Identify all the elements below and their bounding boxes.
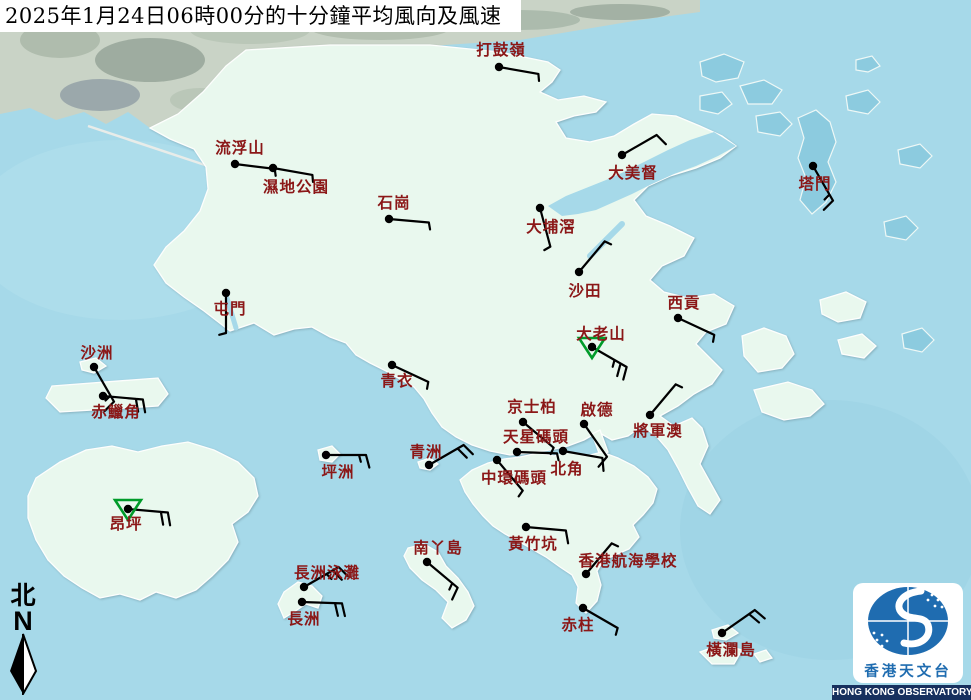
- north-indicator: 北 N: [5, 583, 41, 699]
- station-dot: [808, 161, 818, 171]
- station-label: 昂坪: [109, 514, 142, 533]
- station-label: 沙洲: [80, 343, 113, 362]
- hko-logo: 香港天文台: [853, 583, 963, 683]
- station-label: 西貢: [667, 293, 700, 312]
- hko-emblem-icon: [868, 587, 948, 655]
- north-letter-label: N: [13, 606, 33, 636]
- station-dot: [574, 267, 584, 277]
- station-label: 黃竹坑: [507, 534, 558, 553]
- station-dot: [521, 522, 531, 532]
- station-label: 香港航海學校: [578, 551, 677, 570]
- station-label: 濕地公園: [263, 177, 329, 196]
- station-dot: [578, 603, 588, 613]
- station-dot: [221, 288, 231, 298]
- station-label: 中環碼頭: [481, 468, 547, 487]
- station-label: 青衣: [380, 371, 413, 390]
- station-label: 南丫島: [413, 538, 463, 557]
- station-label: 流浮山: [215, 138, 265, 157]
- station-dot: [98, 391, 108, 401]
- station-label: 沙田: [568, 281, 601, 300]
- hko-english-name: HONG KONG OBSERVATORY: [832, 685, 971, 700]
- station-dot: [123, 504, 133, 514]
- station-dot: [518, 417, 528, 427]
- station-dot: [645, 410, 655, 420]
- station-label: 打鼓嶺: [476, 40, 526, 59]
- station-label: 北角: [550, 459, 583, 478]
- station-label: 坪洲: [321, 462, 354, 481]
- map-title: 2025年1月24日06時00分的十分鐘平均風向及風速: [0, 0, 521, 32]
- wind-map: 打鼓嶺流浮山濕地公園石崗 大美督塔門大埔滘沙田屯門 西貢大老山沙洲赤鱲角 青衣京士柏 啟…: [0, 0, 971, 700]
- station-dot: [387, 360, 397, 370]
- station-dot: [321, 450, 331, 460]
- station-label: 將軍澳: [633, 421, 683, 440]
- station-label: 屯門: [213, 299, 246, 318]
- station-label: 橫瀾島: [706, 640, 756, 659]
- station-dot: [512, 447, 522, 457]
- station-dot: [617, 150, 627, 160]
- station-dot: [422, 557, 432, 567]
- station-label: 天星碼頭: [503, 427, 569, 446]
- station-label: 啟德: [580, 400, 613, 419]
- hko-chinese-name: 香港天文台: [864, 663, 952, 680]
- station-dot: [424, 460, 434, 470]
- station-label: 長洲: [287, 609, 320, 628]
- station-label: 赤鱲角: [91, 402, 141, 421]
- station-dot: [492, 455, 502, 465]
- station-dot: [673, 313, 683, 323]
- station-label: 大埔滘: [526, 217, 576, 236]
- station-dot: [535, 203, 545, 213]
- station-label: 京士柏: [507, 397, 557, 416]
- station-label: 石崗: [376, 193, 410, 212]
- station-label: 長洲泳灘: [294, 563, 360, 582]
- station-label: 塔門: [798, 174, 831, 193]
- station-label: 大美督: [608, 163, 658, 182]
- station-label: 赤柱: [561, 615, 594, 634]
- station-dot: [299, 582, 309, 592]
- station-dot: [579, 419, 589, 429]
- station-dot: [297, 597, 307, 607]
- station-label: 青洲: [409, 442, 442, 461]
- north-arrow-icon: [10, 633, 38, 698]
- station-dot: [581, 569, 591, 579]
- station-dot: [717, 628, 727, 638]
- station-dot: [268, 163, 278, 173]
- station-dot: [587, 342, 597, 352]
- station-dot: [494, 62, 504, 72]
- station-label: 大老山: [576, 324, 626, 343]
- station-dot: [89, 362, 99, 372]
- station-dot: [230, 159, 240, 169]
- station-dot: [384, 214, 394, 224]
- station-dot: [558, 446, 568, 456]
